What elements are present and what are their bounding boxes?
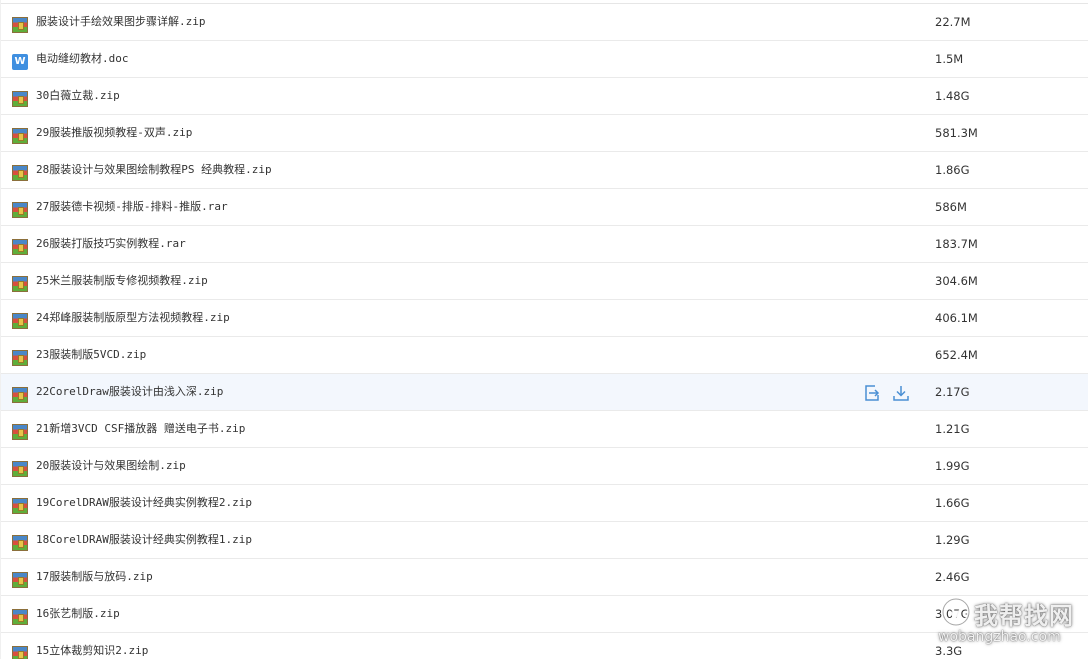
file-name[interactable]: 20服装设计与效果图绘制.zip (36, 458, 186, 474)
archive-icon (12, 91, 28, 107)
archive-icon (12, 609, 28, 625)
file-size: 1.99G (935, 459, 970, 473)
file-size: 183.7M (935, 237, 978, 251)
file-row[interactable]: 24郑峰服装制版原型方法视频教程.zip 406.1M (1, 300, 1088, 337)
file-size: 1.86G (935, 163, 970, 177)
file-name[interactable]: 电动缝纫教材.doc (36, 51, 129, 67)
file-name[interactable]: 服装设计手绘效果图步骤详解.zip (36, 14, 206, 30)
file-size: 3.07G (935, 607, 970, 621)
file-row[interactable]: 19CorelDRAW服装设计经典实例教程2.zip 1.66G (1, 485, 1088, 522)
file-list: 服装设计手绘效果图步骤详解.zip 22.7M W 电动缝纫教材.doc 1.5M 30白… (0, 0, 1088, 659)
file-row[interactable]: 30白薇立裁.zip 1.48G (1, 78, 1088, 115)
file-row[interactable]: 22CorelDraw服装设计由浅入深.zip 2.17G (1, 374, 1088, 411)
file-row[interactable]: 27服装德卡视频-排版-排料-推版.rar 586M (1, 189, 1088, 226)
file-name[interactable]: 23服装制版5VCD.zip (36, 347, 146, 363)
file-name[interactable]: 30白薇立裁.zip (36, 88, 120, 104)
file-name[interactable]: 27服装德卡视频-排版-排料-推版.rar (36, 199, 228, 215)
file-name[interactable]: 24郑峰服装制版原型方法视频教程.zip (36, 310, 230, 326)
archive-icon (12, 387, 28, 403)
file-size: 1.66G (935, 496, 970, 510)
file-name[interactable]: 22CorelDraw服装设计由浅入深.zip (36, 384, 223, 400)
download-icon[interactable] (892, 384, 910, 402)
file-name[interactable]: 18CorelDRAW服装设计经典实例教程1.zip (36, 532, 252, 548)
file-name[interactable]: 26服装打版技巧实例教程.rar (36, 236, 186, 252)
file-name[interactable]: 28服装设计与效果图绘制教程PS 经典教程.zip (36, 162, 272, 178)
file-size: 2.17G (935, 385, 970, 399)
file-name[interactable]: 15立体裁剪知识2.zip (36, 643, 148, 659)
share-icon[interactable] (863, 384, 881, 402)
archive-icon (12, 350, 28, 366)
file-size: 581.3M (935, 126, 978, 140)
archive-icon (12, 128, 28, 144)
file-row[interactable]: 28服装设计与效果图绘制教程PS 经典教程.zip 1.86G (1, 152, 1088, 189)
archive-icon (12, 535, 28, 551)
file-size: 1.29G (935, 533, 970, 547)
archive-icon (12, 202, 28, 218)
archive-icon (12, 165, 28, 181)
file-row[interactable]: 21新增3VCD CSF播放器 赠送电子书.zip 1.21G (1, 411, 1088, 448)
file-row[interactable]: 15立体裁剪知识2.zip 3.3G (1, 633, 1088, 659)
file-name[interactable]: 16张艺制版.zip (36, 606, 120, 622)
file-size: 304.6M (935, 274, 978, 288)
archive-icon (12, 424, 28, 440)
archive-icon (12, 17, 28, 33)
archive-icon (12, 461, 28, 477)
file-size: 1.21G (935, 422, 970, 436)
archive-icon (12, 572, 28, 588)
file-row[interactable]: 29服装推版视频教程-双声.zip 581.3M (1, 115, 1088, 152)
file-size: 652.4M (935, 348, 978, 362)
archive-icon (12, 276, 28, 292)
file-size: 2.46G (935, 570, 970, 584)
file-size: 586M (935, 200, 967, 214)
file-row[interactable]: 20服装设计与效果图绘制.zip 1.99G (1, 448, 1088, 485)
file-row[interactable]: 17服装制版与放码.zip 2.46G (1, 559, 1088, 596)
file-row[interactable]: 25米兰服装制版专修视频教程.zip 304.6M (1, 263, 1088, 300)
file-name[interactable]: 25米兰服装制版专修视频教程.zip (36, 273, 208, 289)
archive-icon (12, 498, 28, 514)
file-row[interactable]: 16张艺制版.zip 3.07G (1, 596, 1088, 633)
archive-icon (12, 313, 28, 329)
archive-icon (12, 646, 28, 659)
word-doc-icon: W (12, 54, 28, 70)
file-row[interactable]: 26服装打版技巧实例教程.rar 183.7M (1, 226, 1088, 263)
file-row[interactable]: 23服装制版5VCD.zip 652.4M (1, 337, 1088, 374)
file-name[interactable]: 19CorelDRAW服装设计经典实例教程2.zip (36, 495, 252, 511)
file-size: 3.3G (935, 644, 963, 658)
file-row[interactable]: W 电动缝纫教材.doc 1.5M (1, 41, 1088, 78)
file-size: 406.1M (935, 311, 978, 325)
archive-icon (12, 239, 28, 255)
file-name[interactable]: 21新增3VCD CSF播放器 赠送电子书.zip (36, 421, 245, 437)
file-row[interactable]: 服装设计手绘效果图步骤详解.zip 22.7M (1, 4, 1088, 41)
file-size: 1.5M (935, 52, 964, 66)
file-size: 22.7M (935, 15, 971, 29)
file-size: 1.48G (935, 89, 970, 103)
file-name[interactable]: 17服装制版与放码.zip (36, 569, 153, 585)
file-row[interactable]: 18CorelDRAW服装设计经典实例教程1.zip 1.29G (1, 522, 1088, 559)
file-name[interactable]: 29服装推版视频教程-双声.zip (36, 125, 192, 141)
